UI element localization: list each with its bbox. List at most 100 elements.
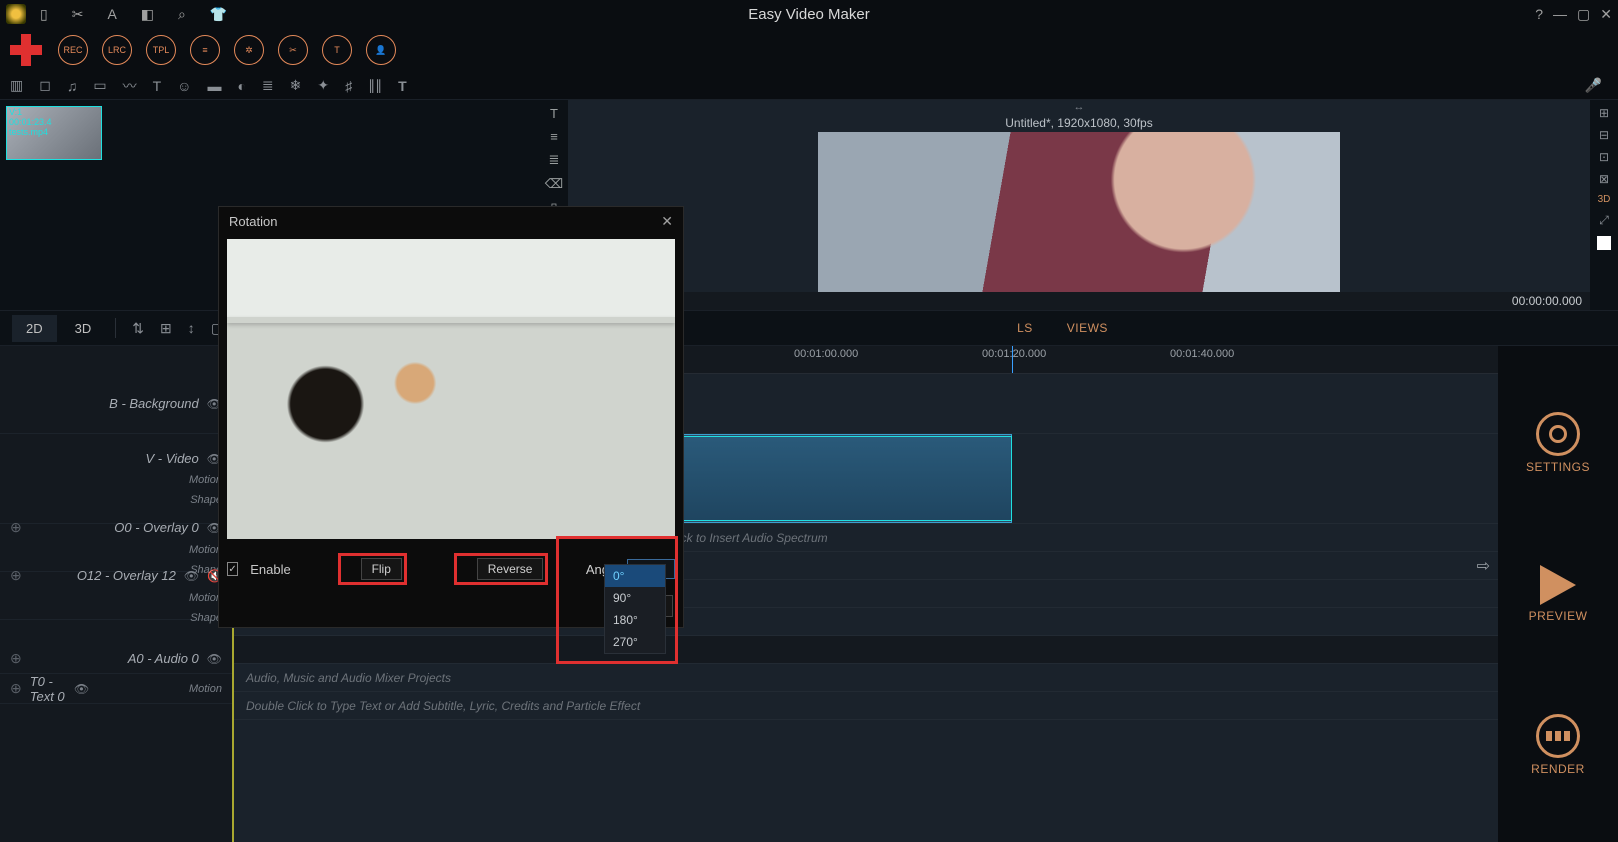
track-label-overlay12[interactable]: ⊕ O12 - Overlay 12👁🔇 Motion Shape	[0, 572, 232, 620]
tab-3d[interactable]: 3D	[61, 315, 106, 342]
wave-icon[interactable]: 〰	[123, 76, 137, 96]
preview-timecode: 00:00:00.000	[568, 292, 1590, 310]
add-track-icon[interactable]: ⊕	[10, 567, 22, 584]
angle-option-180[interactable]: 180°	[605, 609, 665, 631]
lrc-button[interactable]: LRC	[102, 35, 132, 65]
enable-checkbox[interactable]: ✓	[227, 562, 238, 576]
clear-icon[interactable]: ⌫	[545, 176, 563, 192]
playhead[interactable]	[1012, 346, 1013, 373]
search-icon[interactable]: ⌕	[178, 6, 186, 23]
music-icon[interactable]: ♫	[67, 78, 78, 94]
layout-icon[interactable]: ▥	[10, 77, 23, 94]
emoji-icon[interactable]: ☺	[177, 78, 191, 94]
render-button[interactable]: RENDER	[1531, 714, 1585, 776]
help-icon[interactable]: ?	[1535, 6, 1543, 23]
track-label-audio0[interactable]: ⊕ A0 - Audio 0👁	[0, 644, 232, 674]
close-icon[interactable]: ✕	[1600, 6, 1612, 23]
add-track-icon[interactable]: ⊕	[10, 680, 22, 697]
dialog-titlebar[interactable]: Rotation ✕	[219, 207, 683, 235]
align2-icon[interactable]: ≣	[549, 152, 560, 168]
sort-icon[interactable]: ⇅	[132, 320, 144, 337]
mic-icon[interactable]: 🎤	[1585, 77, 1602, 94]
add-track-icon[interactable]: ⊕	[10, 650, 22, 667]
guide2-icon[interactable]: ⊟	[1599, 128, 1609, 142]
window-controls: ? — ▢ ✕	[1535, 6, 1612, 23]
scissors-icon[interactable]: ✂	[72, 6, 84, 23]
snowflake-icon[interactable]: ❄	[290, 77, 302, 94]
list2-icon[interactable]: ≣	[262, 77, 274, 94]
angle-option-90[interactable]: 90°	[605, 587, 665, 609]
flip-button[interactable]: Flip	[361, 558, 402, 580]
user-button[interactable]: 👤	[366, 35, 396, 65]
settings-button[interactable]: SETTINGS	[1526, 412, 1590, 474]
grid-icon[interactable]: ⊞	[160, 320, 172, 337]
eq-icon[interactable]: ∥∥	[368, 77, 382, 94]
tune-icon[interactable]: ♯	[345, 78, 352, 94]
columns-icon[interactable]: ◧	[141, 6, 154, 23]
add-track-icon[interactable]: ⊕	[10, 519, 22, 536]
dialog-preview-image	[227, 239, 675, 539]
angle-dropdown[interactable]: 0° 90° 180° 270°	[604, 564, 666, 654]
preview-button[interactable]: PREVIEW	[1529, 565, 1588, 623]
tpl-button[interactable]: TPL	[146, 35, 176, 65]
tab-ls[interactable]: LS	[1017, 321, 1033, 335]
font-icon[interactable]: T	[153, 78, 162, 94]
camera-icon[interactable]: ◻	[39, 77, 51, 94]
expand-arrow-icon[interactable]: ⇨	[1477, 556, 1490, 576]
preview-video[interactable]	[818, 132, 1340, 292]
list-button[interactable]: ≡	[190, 35, 220, 65]
rec-button[interactable]: REC	[58, 35, 88, 65]
compass-icon[interactable]: A	[107, 6, 116, 23]
media-clip-thumb[interactable]: V:1 00:01:23.4 tests.mp4	[6, 106, 102, 160]
angle-option-0[interactable]: 0°	[605, 565, 665, 587]
resize-handle[interactable]: ↔	[568, 100, 1590, 114]
separator	[115, 318, 116, 338]
angle-option-270[interactable]: 270°	[605, 631, 665, 653]
minimize-icon[interactable]: —	[1553, 6, 1567, 23]
puzzle-icon[interactable]: ✦	[317, 77, 329, 94]
shirt-icon[interactable]: 👕	[210, 6, 227, 23]
track-spacer	[234, 636, 1498, 664]
color-swatch[interactable]	[1597, 236, 1611, 250]
guide4-icon[interactable]: ⊠	[1599, 172, 1609, 186]
track-label-background[interactable]: B - Background👁	[0, 374, 232, 434]
maximize-icon[interactable]: ▢	[1577, 6, 1590, 23]
visibility-icon[interactable]: 👁	[207, 652, 222, 666]
mode-3d-icon[interactable]: 3D	[1598, 194, 1611, 205]
expand-icon[interactable]: ⤢	[1599, 213, 1609, 228]
contrast-icon[interactable]: ◐	[237, 78, 245, 94]
battery-icon[interactable]: ▬	[207, 78, 221, 94]
updown-icon[interactable]: ↕	[188, 320, 195, 336]
secondary-toolbar: ▥ ◻ ♫ ▭ 〰 T ☺ ▬ ◐ ≣ ❄ ✦ ♯ ∥∥ T 🎤	[0, 72, 1618, 100]
effect-button[interactable]: ✲	[234, 35, 264, 65]
preview-frame-image	[818, 132, 1340, 292]
text-tool-icon[interactable]: T	[550, 106, 558, 121]
bigtext-icon[interactable]: T	[398, 78, 407, 94]
guide3-icon[interactable]: ⊡	[1599, 150, 1609, 164]
tab-views[interactable]: VIEWS	[1067, 321, 1108, 335]
dialog-close-icon[interactable]: ✕	[661, 213, 673, 230]
film-icon[interactable]: ▭	[93, 77, 106, 94]
track-row-audio0[interactable]: Audio, Music and Audio Mixer Projects	[234, 664, 1498, 692]
align-icon[interactable]: ≡	[550, 129, 558, 144]
gear-icon	[1536, 412, 1580, 456]
ruler-tick: 00:01:20.000	[982, 348, 1046, 360]
tab-2d[interactable]: 2D	[12, 315, 57, 342]
reverse-button[interactable]: Reverse	[477, 558, 544, 580]
track-label-overlay0[interactable]: ⊕ O0 - Overlay 0👁 Motion Shape	[0, 524, 232, 572]
track-row-text0[interactable]: Double Click to Type Text or Add Subtitl…	[234, 692, 1498, 720]
bookmark-icon[interactable]: ▯	[40, 6, 48, 23]
titlebar-tool-icons: ▯ ✂ A ◧ ⌕ 👕	[40, 6, 227, 23]
track-label-text0[interactable]: ⊕ T0 - Text 0👁 Motion	[0, 674, 232, 704]
right-action-panel: SETTINGS PREVIEW RENDER	[1498, 346, 1618, 842]
cut-button[interactable]: ✂	[278, 35, 308, 65]
visibility-icon[interactable]: 👁	[184, 569, 199, 583]
guide1-icon[interactable]: ⊞	[1599, 106, 1609, 120]
track-label-video[interactable]: V - Video👁 Motion Shape	[0, 434, 232, 524]
add-media-button[interactable]	[8, 32, 44, 68]
visibility-icon[interactable]: 👁	[74, 682, 89, 696]
play-icon	[1540, 565, 1576, 605]
text-button[interactable]: T	[322, 35, 352, 65]
ruler-tick: 00:01:40.000	[1170, 348, 1234, 360]
ruler-tick: 00:01:00.000	[794, 348, 858, 360]
